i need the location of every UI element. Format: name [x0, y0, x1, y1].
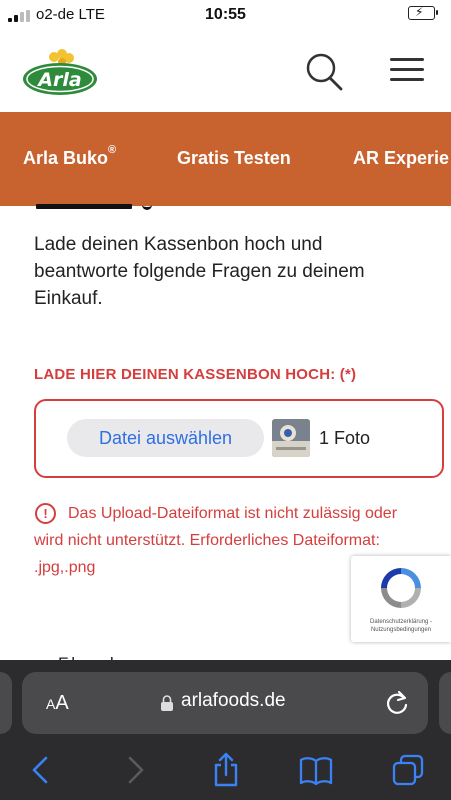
intro-text: Lade deinen Kassenbon hoch und beantwort…	[34, 234, 365, 309]
file-upload-field: Datei auswählen 1 Foto	[34, 399, 444, 478]
browser-toolbar	[0, 752, 451, 788]
nav-item-ar-experience[interactable]: AR Experie	[353, 148, 449, 169]
nav-item-gratis-testen[interactable]: Gratis Testen	[177, 148, 291, 169]
main-nav: Arla Buko® Gratis Testen AR Experie	[0, 112, 451, 206]
next-tab-peek[interactable]	[439, 672, 451, 734]
url-text[interactable]: arlafoods.de	[181, 690, 286, 712]
search-icon[interactable]	[304, 52, 344, 92]
arla-logo[interactable]: Arla	[22, 48, 98, 96]
tabs-icon[interactable]	[390, 752, 426, 788]
svg-text:Arla: Arla	[36, 69, 81, 91]
forward-icon[interactable]	[116, 752, 152, 788]
upload-error: ! Das Upload-Dateiformat ist nicht zuläs…	[34, 500, 404, 581]
status-bar: o2-de LTE 10:55 ⚡	[0, 0, 451, 30]
cut-off-heading-glyph	[142, 204, 152, 210]
file-count-label: 1 Foto	[319, 428, 371, 448]
nav-item-arla-buko[interactable]: Arla Buko®	[23, 144, 116, 169]
site-header: Arla	[0, 30, 451, 112]
battery-icon: ⚡	[408, 5, 438, 20]
clock: 10:55	[205, 6, 246, 23]
bookmarks-icon[interactable]	[298, 752, 334, 788]
hamburger-menu-icon[interactable]	[390, 58, 424, 84]
upload-label: LADE HIER DEINEN KASSENBON HOCH: (*)	[34, 366, 357, 383]
reload-icon[interactable]	[384, 689, 410, 717]
share-icon[interactable]	[208, 752, 244, 788]
file-thumbnail	[272, 419, 310, 457]
recaptcha-terms[interactable]: Datenschutzerklärung - Nutzungsbedingung…	[353, 618, 449, 634]
text-size-button[interactable]: AA	[46, 692, 69, 715]
error-message: Das Upload-Dateiformat ist nicht zulässi…	[34, 505, 398, 576]
choose-file-button[interactable]: Datei auswählen	[67, 419, 264, 457]
cut-off-heading	[36, 204, 132, 209]
address-bar[interactable]: AA arlafoods.de	[22, 672, 428, 734]
back-icon[interactable]	[24, 752, 60, 788]
error-icon: !	[35, 503, 56, 524]
browser-bottom-bar: AA arlafoods.de	[0, 660, 451, 800]
lock-icon	[161, 695, 173, 711]
recaptcha-icon	[381, 568, 421, 608]
recaptcha-badge[interactable]: Datenschutzerklärung - Nutzungsbedingung…	[351, 556, 451, 642]
previous-tab-peek[interactable]	[0, 672, 12, 734]
